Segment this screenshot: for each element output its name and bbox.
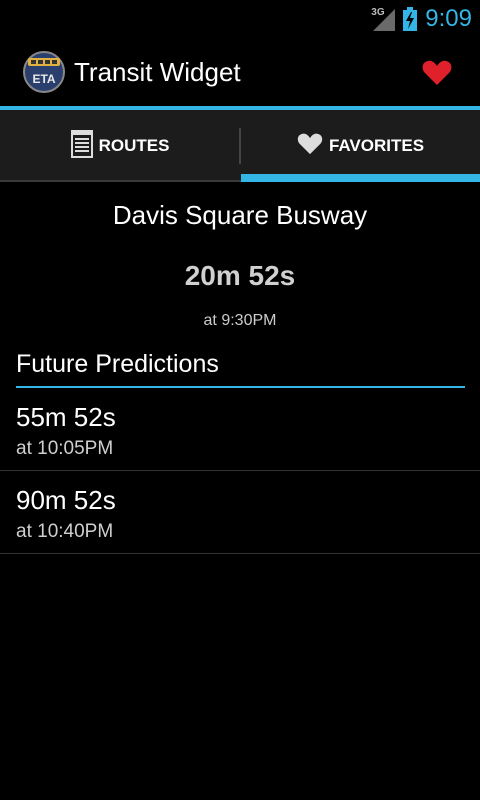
cell-signal-icon: 3G [371,7,397,31]
heart-icon[interactable] [422,60,452,86]
tab-bar: ROUTES FAVORITES [0,110,480,182]
app-title: Transit Widget [74,56,241,87]
status-clock: 9:09 [425,5,472,32]
stop-name: Davis Square Busway [112,200,368,230]
prediction-arrival: at 10:40PM [16,521,114,542]
app-icon[interactable]: ETA [22,50,66,94]
tab-routes-label: ROUTES [98,136,170,155]
status-bar: 3G 9:09 [0,0,480,38]
next-arrival-time: at 9:30PM [203,312,277,329]
action-bar: ETA Transit Widget [0,38,480,106]
prediction-list: 55m 52s at 10:05PM 90m 52s at 10:40PM [0,388,480,554]
tab-favorites-label: FAVORITES [328,136,425,155]
heart-icon [297,133,323,160]
app-icon-label: ETA [32,72,55,86]
list-icon [70,129,93,163]
tab-favorites[interactable]: FAVORITES [241,110,480,182]
status-icons: 3G 9:09 [371,4,472,34]
list-item[interactable]: 90m 52s at 10:40PM [0,471,480,554]
prediction-eta: 55m 52s [16,402,116,432]
tab-routes[interactable]: ROUTES [0,110,240,182]
selected-tab-indicator [241,174,480,182]
battery-icon [403,7,418,31]
prediction-arrival: at 10:05PM [16,438,114,459]
next-arrival-eta: 20m 52s [184,260,296,291]
future-predictions-heading: Future Predictions [16,350,219,378]
list-item[interactable]: 55m 52s at 10:05PM [0,388,480,471]
prediction-eta: 90m 52s [16,485,116,515]
